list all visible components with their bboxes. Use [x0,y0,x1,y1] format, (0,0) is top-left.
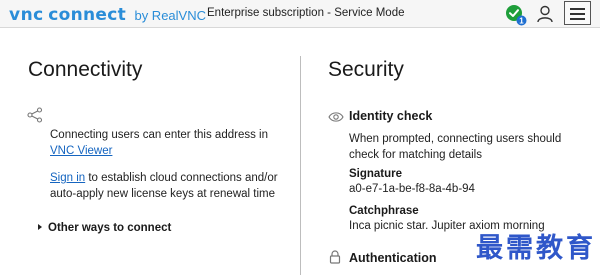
connectivity-title: Connectivity [28,58,143,81]
other-ways-to-connect-toggle[interactable]: Other ways to connect [38,222,171,234]
signature-value: a0-e7-1a-be-f8-8a-4b-94 [349,183,475,195]
top-bar: vnc connect by RealVNC Enterprise subscr… [0,0,600,28]
vnc-connect-logo: vnc connect by RealVNC [9,5,206,25]
menu-line-icon [570,18,585,20]
signature-label: Signature [349,168,403,180]
hamburger-menu-button[interactable] [564,1,591,25]
share-icon [27,107,43,123]
logo-connect-text: connect [48,5,127,25]
subscription-label: Enterprise subscription - Service Mode [207,7,405,19]
address-instructions: Connecting users can enter this address … [50,127,290,159]
sign-in-instructions: Sign in to establish cloud connections a… [50,170,290,202]
other-ways-label: Other ways to connect [48,222,172,234]
menu-line-icon [570,13,585,15]
watermark-text: 最需教育 [476,233,596,264]
address-text: Connecting users can enter this address … [50,129,268,141]
security-title: Security [328,58,404,81]
identity-check-heading: Identity check [349,109,433,123]
sign-in-text: to establish cloud connections and/or au… [50,172,278,200]
status-badge-count: 1 [519,17,524,26]
identity-check-text: When prompted, connecting users should c… [349,133,562,161]
user-account-icon[interactable] [535,4,555,24]
authentication-heading: Authentication [349,251,437,265]
logo-by-realvnc-text: by RealVNC [134,8,206,23]
vnc-viewer-link[interactable]: VNC Viewer [50,145,112,157]
menu-line-icon [570,8,585,10]
lock-icon [329,250,341,264]
sign-in-link[interactable]: Sign in [50,172,85,184]
caret-right-icon [38,224,42,230]
logo-vnc-text: vnc [9,5,44,25]
connectivity-panel: Connectivity Connecting users can enter … [0,29,300,275]
catchphrase-label: Catchphrase [349,205,419,217]
status-ok-icon[interactable]: 1 [505,4,527,26]
eye-icon [328,112,344,122]
